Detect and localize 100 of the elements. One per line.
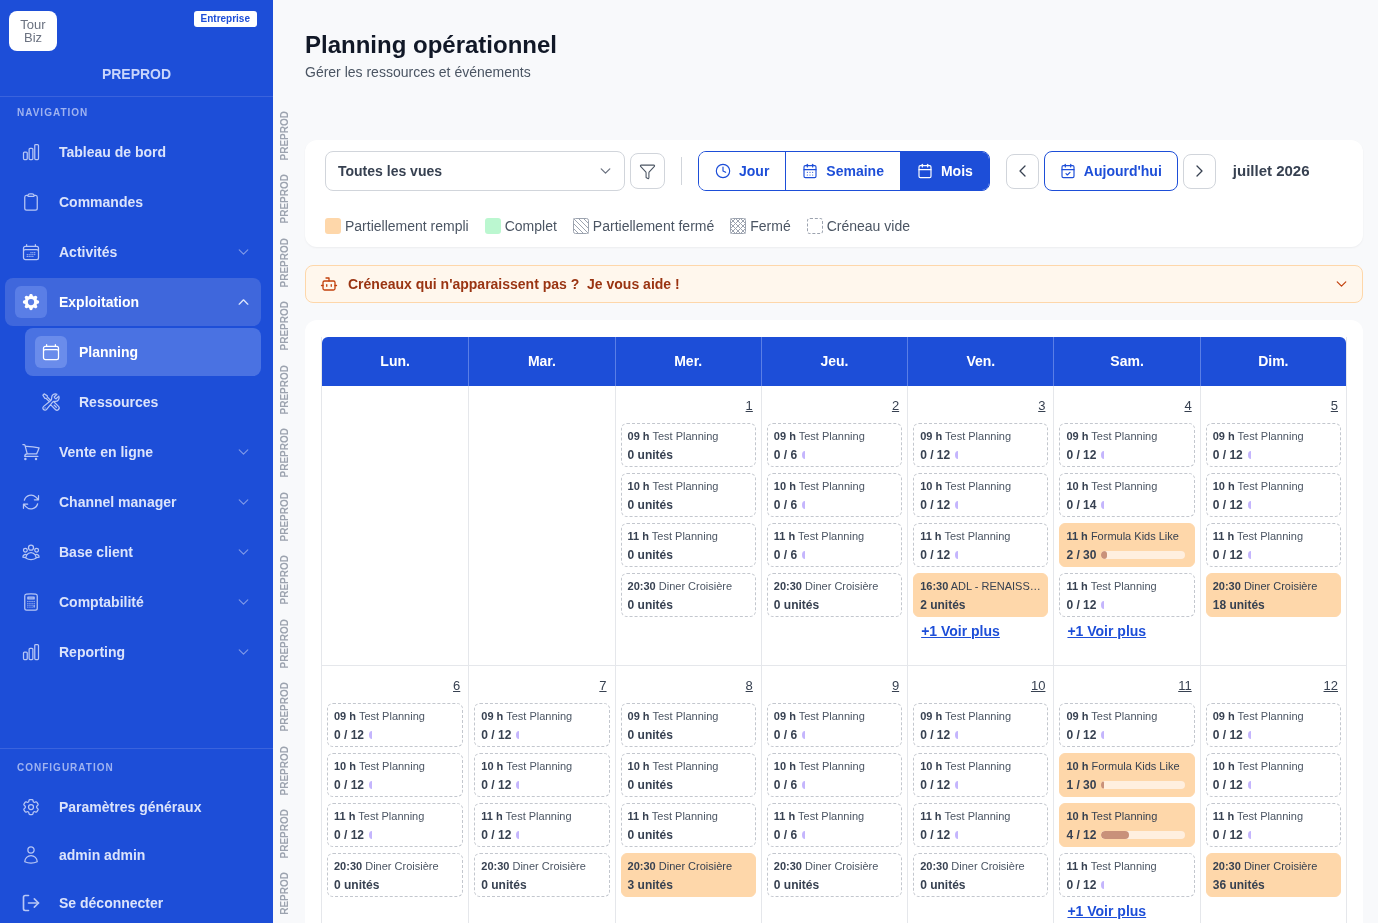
date-link[interactable]: 3 (1038, 398, 1046, 414)
event-card[interactable]: 20:30 Diner Croisière 18 unités (1205, 573, 1341, 617)
event-card[interactable]: 20:30 Diner Croisière 3 unités (620, 853, 756, 897)
event-card[interactable]: 10 h Test Planning 0 / 6 (766, 753, 903, 797)
event-card[interactable]: 11 h Test Planning 0 / 12 (1205, 523, 1341, 567)
event-card[interactable]: 10 h Test Planning 0 / 12 (1205, 753, 1341, 797)
event-card[interactable]: 10 h Test Planning 4 / 12 (1059, 803, 1195, 847)
event-card[interactable]: 09 h Test Planning 0 / 12 (1205, 423, 1341, 467)
event-card[interactable]: 10 h Test Planning 0 / 6 (766, 473, 903, 517)
date-link[interactable]: 1 (745, 398, 753, 414)
nav-item[interactable]: Commandes (5, 178, 261, 226)
date-link[interactable]: 4 (1184, 398, 1192, 414)
nav-item[interactable]: admin admin (5, 835, 261, 875)
event-card[interactable]: 10 h Test Planning 0 / 12 (913, 473, 1049, 517)
nav-item[interactable]: Channel manager (5, 478, 261, 526)
event-card[interactable]: 11 h Test Planning 0 / 12 (474, 803, 610, 847)
previous-button[interactable] (1005, 153, 1039, 189)
next-button[interactable] (1182, 153, 1216, 189)
nav-item[interactable]: Exploitation (5, 278, 261, 326)
event-card[interactable]: 11 h Test Planning 0 unités (620, 523, 756, 567)
event-card[interactable]: 10 h Test Planning 0 / 12 (913, 753, 1049, 797)
date-link[interactable]: 2 (891, 398, 900, 414)
logo: Tour Biz (9, 11, 57, 51)
more-link[interactable]: +1 Voir plus (1067, 902, 1147, 920)
event-quantity: 0 / 6 (773, 446, 798, 463)
nav-item[interactable]: Paramètres généraux (5, 787, 261, 827)
nav-item[interactable]: Comptabilité (5, 578, 261, 626)
event-card[interactable]: 11 h Test Planning 0 / 12 (1205, 803, 1341, 847)
nav-item[interactable]: Vente en ligne (5, 428, 261, 476)
chevron-right-icon (1195, 165, 1203, 177)
event-title: 20:30 Diner Croisière (773, 858, 879, 874)
date-link[interactable]: 7 (599, 678, 607, 694)
nav-item[interactable]: Se déconnecter (5, 883, 261, 923)
vertical-environment-label: PREPROD (279, 809, 291, 859)
event-card[interactable]: 11 h Test Planning 0 / 12 (327, 803, 464, 847)
more-link[interactable]: +1 Voir plus (1067, 622, 1147, 640)
today-button[interactable]: Aujourd'hui (1043, 151, 1178, 191)
event-card[interactable]: 11 h Test Planning 0 / 6 (766, 523, 903, 567)
calculator-icon (21, 592, 41, 612)
nav-item[interactable]: Reporting (5, 628, 261, 676)
event-card[interactable]: 20:30 Diner Croisière 0 unités (474, 853, 610, 897)
event-card[interactable]: 20:30 Diner Croisière 0 unités (766, 573, 903, 617)
vertical-environment-label: PREPROD (279, 111, 291, 161)
event-card[interactable]: 20:30 Diner Croisière 0 unités (620, 573, 756, 617)
tools-icon (41, 392, 61, 412)
event-card[interactable]: 11 h Test Planning 0 / 6 (766, 803, 903, 847)
weekday-header: Ven. (966, 352, 996, 371)
event-card[interactable]: 10 h Test Planning 0 / 14 (1059, 473, 1195, 517)
event-quantity: 0 unités (920, 876, 966, 893)
view-tab[interactable]: Mois (899, 152, 989, 190)
event-card[interactable]: 09 h Test Planning 0 / 12 (913, 423, 1049, 467)
event-title: 20:30 Diner Croisière (481, 858, 586, 874)
event-card[interactable]: 09 h Test Planning 0 / 6 (766, 423, 903, 467)
event-card[interactable]: 20:30 Diner Croisière 0 unités (766, 853, 903, 897)
event-card[interactable]: 10 h Test Planning 0 / 12 (1205, 473, 1341, 517)
event-card[interactable]: 09 h Test Planning 0 / 12 (474, 703, 610, 747)
nav-item[interactable]: Activités (5, 228, 261, 276)
event-title: 09 h Test Planning (627, 428, 719, 444)
date-link[interactable]: 9 (891, 678, 900, 694)
event-card[interactable]: 11 h Test Planning 0 / 12 (913, 803, 1049, 847)
date-link[interactable]: 12 (1323, 678, 1338, 694)
event-card[interactable]: 20:30 Diner Croisière 36 unités (1205, 853, 1341, 897)
event-card[interactable]: 09 h Test Planning 0 / 12 (327, 703, 464, 747)
view-select[interactable]: Toutes les vues (325, 151, 625, 191)
event-card[interactable]: 09 h Test Planning 0 unités (620, 703, 756, 747)
nav-item[interactable]: Ressources (25, 378, 261, 426)
event-card[interactable]: 20:30 Diner Croisière 0 unités (913, 853, 1049, 897)
event-title: 09 h Test Planning (773, 428, 865, 444)
event-card[interactable]: 16:30 ADL - RENAISS… 2 unités (913, 573, 1049, 617)
date-link[interactable]: 8 (745, 678, 753, 694)
event-card[interactable]: 10 h Test Planning 0 unités (620, 753, 756, 797)
event-card[interactable]: 10 h Formula Kids Like 1 / 30 (1059, 753, 1195, 797)
event-card[interactable]: 11 h Test Planning 0 / 12 (1059, 853, 1195, 897)
more-link[interactable]: +1 Voir plus (921, 622, 1000, 640)
nav-item[interactable]: Base client (5, 528, 261, 576)
event-card[interactable]: 11 h Test Planning 0 / 12 (1059, 573, 1195, 617)
event-card[interactable]: 09 h Test Planning 0 / 12 (1059, 703, 1195, 747)
event-card[interactable]: 10 h Test Planning 0 / 12 (327, 753, 464, 797)
event-card[interactable]: 11 h Test Planning 0 unités (620, 803, 756, 847)
nav-item[interactable]: Planning (25, 328, 261, 376)
event-card[interactable]: 09 h Test Planning 0 / 12 (913, 703, 1049, 747)
event-card[interactable]: 10 h Test Planning 0 / 12 (474, 753, 610, 797)
event-card[interactable]: 09 h Test Planning 0 / 6 (766, 703, 903, 747)
event-card[interactable]: 09 h Test Planning 0 / 12 (1205, 703, 1341, 747)
hatched-swatch-icon (572, 218, 589, 234)
help-banner[interactable]: Créneaux qui n'apparaissent pas ? Je vous aide ! (305, 265, 1363, 303)
event-card[interactable]: 10 h Test Planning 0 unités (620, 473, 756, 517)
date-link[interactable]: 10 (1030, 678, 1046, 694)
event-card[interactable]: 09 h Test Planning 0 / 12 (1059, 423, 1195, 467)
event-quantity: 4 / 12 (1066, 826, 1097, 843)
date-link[interactable]: 11 (1178, 678, 1192, 694)
event-card[interactable]: 11 h Formula Kids Like 2 / 30 (1059, 523, 1195, 567)
event-card[interactable]: 09 h Test Planning 0 unités (620, 423, 756, 467)
event-card[interactable]: 20:30 Diner Croisière 0 unités (327, 853, 464, 897)
filter-button[interactable] (630, 153, 665, 189)
date-link[interactable]: 6 (453, 678, 461, 694)
date-link[interactable]: 5 (1330, 398, 1338, 414)
nav-item[interactable]: Tableau de bord (5, 128, 261, 176)
event-card[interactable]: 11 h Test Planning 0 / 12 (913, 523, 1049, 567)
crescent-icon (955, 780, 959, 789)
